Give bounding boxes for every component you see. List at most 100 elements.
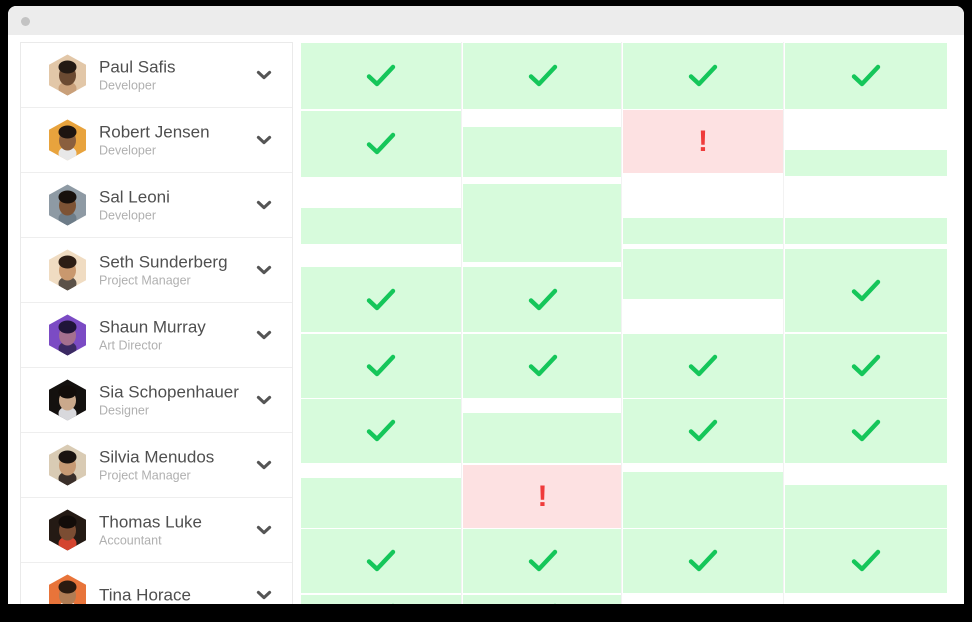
person-row[interactable]: Thomas Luke Accountant (21, 498, 292, 563)
status-cell-ok[interactable] (301, 334, 461, 398)
chevron-down-icon[interactable] (254, 390, 274, 410)
status-cell-ok[interactable] (301, 529, 461, 593)
person-row[interactable]: Sal Leoni Developer (21, 173, 292, 238)
check-icon (851, 63, 881, 89)
status-cell-error[interactable]: ! (623, 110, 783, 173)
check-icon (851, 548, 881, 574)
person-name: Shaun Murray (99, 317, 206, 337)
person-role: Accountant (99, 533, 162, 548)
status-cell-ok[interactable] (463, 529, 622, 593)
person-role: Developer (99, 208, 156, 223)
check-icon (851, 278, 881, 304)
status-cell-ok[interactable] (785, 150, 947, 176)
status-cell-ok[interactable] (301, 267, 461, 332)
grid-column-1 (301, 42, 461, 604)
status-cell-ok[interactable] (623, 218, 783, 244)
status-cell-ok[interactable] (623, 529, 783, 593)
status-cell-ok[interactable] (463, 184, 622, 262)
person-name: Thomas Luke (99, 512, 202, 532)
person-role: Developer (99, 143, 156, 158)
check-icon (851, 418, 881, 444)
exclamation-icon: ! (537, 479, 548, 513)
status-cell-ok[interactable] (463, 43, 622, 109)
people-list-panel: Paul Safis Developer Robert Jensen Develope… (20, 42, 293, 604)
check-icon (528, 287, 558, 313)
window-content: Paul Safis Developer Robert Jensen Develope… (8, 35, 964, 604)
status-cell-ok[interactable] (301, 208, 461, 244)
status-cell-ok[interactable] (785, 43, 947, 109)
check-icon (366, 63, 396, 89)
person-text: Paul Safis Developer (99, 57, 176, 94)
status-cell-ok[interactable] (785, 334, 947, 398)
check-icon (366, 548, 396, 574)
status-cell-ok[interactable] (463, 127, 622, 177)
chevron-down-icon[interactable] (254, 195, 274, 215)
status-cell-ok[interactable] (463, 334, 622, 398)
status-cell-ok[interactable] (623, 334, 783, 398)
check-icon (366, 287, 396, 313)
status-cell-ok[interactable] (785, 529, 947, 593)
status-cell-ok[interactable] (301, 399, 461, 463)
person-name: Sal Leoni (99, 187, 170, 207)
status-cell-ok[interactable] (463, 595, 622, 604)
status-cell-ok[interactable] (785, 249, 947, 332)
chevron-down-icon[interactable] (254, 65, 274, 85)
grid-column-4 (785, 42, 947, 604)
grid-column-3: ! (623, 42, 783, 604)
chevron-down-icon[interactable] (254, 585, 274, 604)
check-icon (366, 353, 396, 379)
avatar-sia-schopenhauer (49, 379, 86, 421)
status-cell-ok[interactable] (623, 472, 783, 528)
status-cell-ok[interactable] (785, 399, 947, 463)
exclamation-icon: ! (698, 124, 708, 158)
status-cell-error[interactable]: ! (463, 465, 622, 528)
person-role: Project Manager (99, 468, 191, 483)
person-row[interactable]: Robert Jensen Developer (21, 108, 292, 173)
avatar-sal-leoni (49, 184, 86, 226)
person-name: Paul Safis (99, 57, 176, 77)
chevron-down-icon[interactable] (254, 325, 274, 345)
person-row[interactable]: Silvia Menudos Project Manager (21, 433, 292, 498)
status-cell-ok[interactable] (301, 595, 461, 604)
status-cell-ok[interactable] (785, 485, 947, 528)
chevron-down-icon[interactable] (254, 130, 274, 150)
person-row[interactable]: Paul Safis Developer (21, 43, 292, 108)
status-cell-ok[interactable] (785, 218, 947, 244)
status-cell-ok[interactable] (301, 111, 461, 177)
status-cell-ok[interactable] (623, 399, 783, 463)
check-icon (688, 63, 718, 89)
chevron-down-icon[interactable] (254, 520, 274, 540)
check-icon (528, 63, 558, 89)
person-name: Sia Schopenhauer (99, 382, 239, 402)
person-role: Designer (99, 403, 150, 418)
person-row[interactable]: Seth Sunderberg Project Manager (21, 238, 292, 303)
person-role: Art Director (99, 338, 163, 353)
check-icon (366, 418, 396, 444)
person-row[interactable]: Shaun Murray Art Director (21, 303, 292, 368)
chevron-down-icon[interactable] (254, 455, 274, 475)
person-text: Shaun Murray Art Director (99, 317, 206, 354)
status-cell-ok[interactable] (623, 249, 783, 299)
window-dot-icon[interactable] (21, 17, 30, 26)
avatar-shaun-murray (49, 314, 86, 356)
avatar-seth-sunderberg (49, 249, 86, 291)
person-text: Robert Jensen Developer (99, 122, 210, 159)
avatar-silvia-menudos (49, 444, 86, 486)
check-icon (366, 131, 396, 157)
status-cell-ok[interactable] (623, 43, 783, 109)
app-window: Paul Safis Developer Robert Jensen Develope… (8, 6, 964, 604)
check-icon (528, 602, 558, 604)
status-cell-ok[interactable] (301, 43, 461, 109)
chevron-down-icon[interactable] (254, 260, 274, 280)
person-name: Silvia Menudos (99, 447, 215, 467)
person-row[interactable]: Tina Horace (21, 563, 292, 604)
column-separator (783, 42, 784, 604)
check-icon (528, 548, 558, 574)
person-text: Silvia Menudos Project Manager (99, 447, 214, 484)
person-row[interactable]: Sia Schopenhauer Designer (21, 368, 292, 433)
status-cell-ok[interactable] (463, 267, 622, 332)
status-cell-ok[interactable] (301, 478, 461, 528)
person-text: Sia Schopenhauer Designer (99, 382, 239, 419)
status-cell-ok[interactable] (463, 413, 622, 463)
person-text: Thomas Luke Accountant (99, 512, 202, 549)
